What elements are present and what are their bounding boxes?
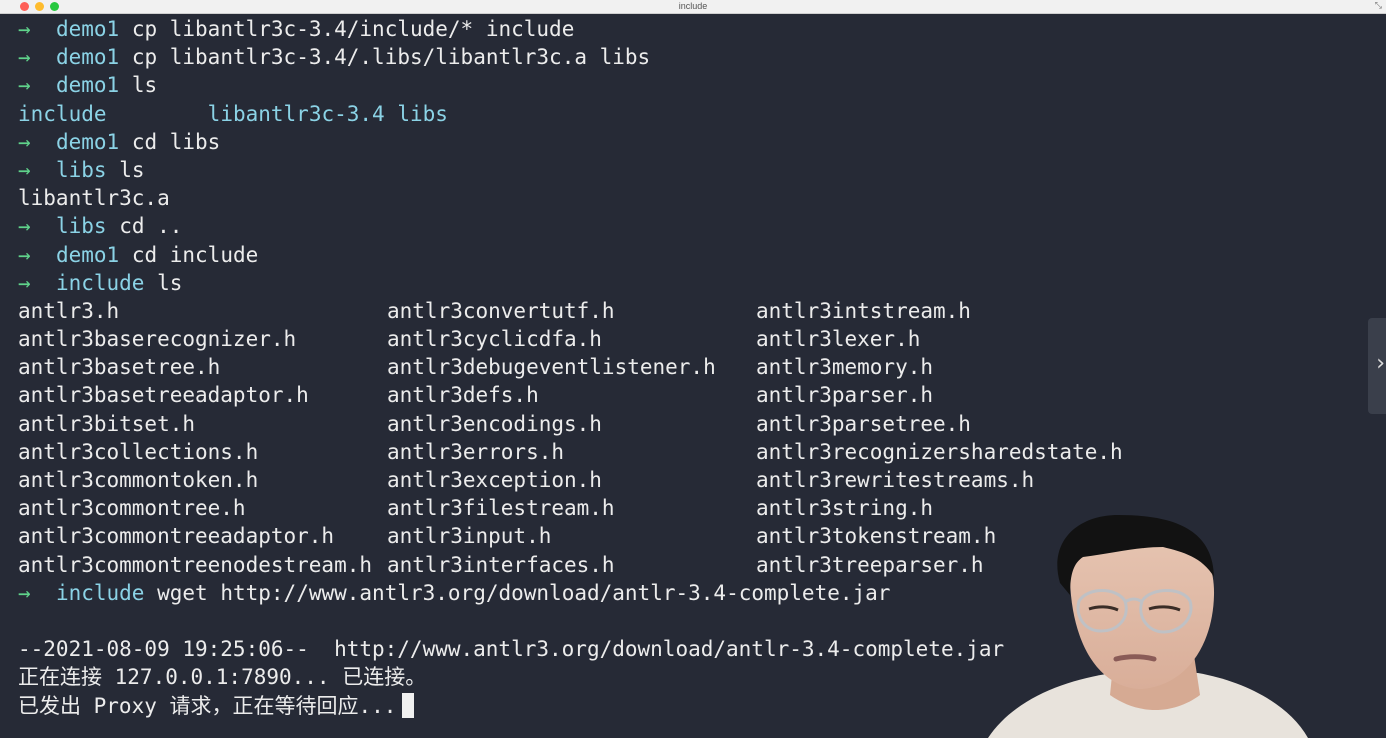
command-text: cp libantlr3c-3.4/.libs/libantlr3c.a lib… (131, 45, 651, 70)
file-entry: antlr3baserecognizer.h (18, 327, 297, 352)
prompt-directory: demo1 (55, 129, 120, 154)
directory-entry: libs (397, 101, 448, 126)
output-text: --2021-08-09 19:25:06-- http://www.antlr… (18, 637, 1005, 662)
prompt-arrow-icon: → (18, 214, 31, 239)
file-entry: libantlr3c.a (18, 186, 170, 211)
prompt-arrow-icon: → (18, 580, 31, 605)
prompt-directory: include (55, 270, 145, 295)
wget-output-line (18, 607, 1156, 635)
presenter-webcam-overlay (988, 515, 1308, 738)
output-text: 已发出 Proxy 请求，正在等待回应... (18, 693, 397, 718)
output-text: 正在连接 127.0.0.1:7890... 已连接。 (18, 665, 427, 690)
file-entry: antlr3memory.h (756, 355, 934, 380)
file-entry: antlr3intstream.h (756, 298, 971, 323)
command-text: cd .. (119, 214, 183, 239)
prompt-directory: libs (55, 157, 107, 182)
command-text: ls (131, 73, 158, 98)
file-entry: antlr3commontreenodestream.h (18, 552, 373, 577)
prompt-line: → libs ls (18, 156, 1156, 184)
file-entry: antlr3interfaces.h (387, 552, 615, 577)
file-entry: antlr3debugeventlistener.h (387, 355, 716, 380)
prompt-line: → demo1 cp libantlr3c-3.4/include/* incl… (18, 15, 1156, 43)
file-entry: antlr3defs.h (387, 383, 539, 408)
command-text: ls (157, 270, 183, 295)
file-entry: antlr3parser.h (756, 383, 934, 408)
file-entry: antlr3basetreeadaptor.h (18, 383, 309, 408)
file-entry: antlr3filestream.h (387, 496, 615, 521)
prompt-line: → libs cd .. (18, 212, 1156, 240)
prompt-arrow-icon: → (18, 242, 31, 267)
command-text: cd libs (131, 129, 221, 154)
file-entry: antlr3errors.h (387, 439, 565, 464)
header-file-list: antlr3.h antlr3convertutf.h antlr3intstrea… (18, 297, 1156, 579)
prompt-line: → demo1 cd libs (18, 128, 1156, 156)
wget-output-line: --2021-08-09 19:25:06-- http://www.antlr… (18, 635, 1156, 663)
file-entry: antlr3bitset.h (18, 411, 196, 436)
directory-entry: libantlr3c-3.4 (207, 101, 385, 126)
prompt-arrow-icon: → (18, 45, 31, 70)
file-entry: antlr3basetree.h (18, 355, 221, 380)
terminal-output[interactable]: → demo1 cp libantlr3c-3.4/include/* incl… (18, 15, 1156, 720)
file-entry: antlr3encodings.h (387, 411, 602, 436)
file-entry: antlr3input.h (387, 524, 552, 549)
directory-entry: include (18, 101, 107, 126)
prompt-line: → demo1 ls (18, 71, 1156, 99)
file-entry: antlr3commontree.h (18, 496, 246, 521)
file-entry: antlr3commontoken.h (18, 468, 259, 492)
prompt-directory: demo1 (55, 17, 120, 41)
prompt-arrow-icon: → (18, 157, 31, 182)
chevron-right-icon[interactable]: › (1376, 352, 1385, 376)
prompt-line: → include ls (18, 269, 1156, 297)
prompt-line: → demo1 cd include (18, 241, 1156, 269)
wget-output-line: 已发出 Proxy 请求，正在等待回应... (18, 692, 1156, 720)
prompt-directory: demo1 (55, 73, 120, 98)
file-entry: antlr3parsetree.h (756, 411, 971, 436)
prompt-line: → include wget http://www.antlr3.org/dow… (18, 579, 1156, 607)
ls-output-line: include libantlr3c-3.4 libs (18, 100, 1156, 128)
resize-icon[interactable]: ⤡ (1375, 0, 1382, 13)
prompt-line: → demo1 cp libantlr3c-3.4/.libs/libantlr… (18, 43, 1156, 71)
file-entry: antlr3lexer.h (756, 327, 921, 352)
terminal-window: include ⤡ → demo1 cp libantlr3c-3.4/incl… (0, 0, 1386, 738)
prompt-directory: demo1 (55, 45, 120, 70)
prompt-arrow-icon: → (18, 129, 31, 154)
wget-output-line: 正在连接 127.0.0.1:7890... 已连接。 (18, 663, 1156, 691)
file-entry: antlr3collections.h (18, 439, 259, 464)
command-text: ls (119, 157, 145, 182)
file-entry: antlr3commontreeadaptor.h (18, 524, 335, 549)
file-entry: antlr3.h (18, 298, 120, 323)
command-text: wget http://www.antlr3.org/download/antl… (157, 580, 891, 605)
prompt-arrow-icon: → (18, 73, 31, 98)
title-bar: include ⤡ (0, 0, 1386, 14)
ls-output-line: libantlr3c.a (18, 184, 1156, 212)
prompt-arrow-icon: → (18, 270, 31, 295)
prompt-directory: demo1 (55, 242, 120, 267)
command-text: cp libantlr3c-3.4/include/* include (131, 17, 575, 41)
file-entry: antlr3recognizersharedstate.h (756, 439, 1123, 464)
text-cursor (402, 692, 415, 718)
file-entry: antlr3rewritestreams.h (756, 468, 1035, 492)
file-entry: antlr3convertutf.h (387, 298, 615, 323)
presenter-mouth (1113, 654, 1157, 662)
file-entry: antlr3cyclicdfa.h (387, 327, 602, 352)
prompt-directory: libs (55, 214, 107, 239)
window-title: include (678, 1, 708, 11)
prompt-arrow-icon: → (18, 17, 31, 41)
prompt-directory: include (55, 580, 145, 605)
command-text: cd include (131, 242, 259, 267)
file-entry: antlr3exception.h (387, 468, 602, 492)
